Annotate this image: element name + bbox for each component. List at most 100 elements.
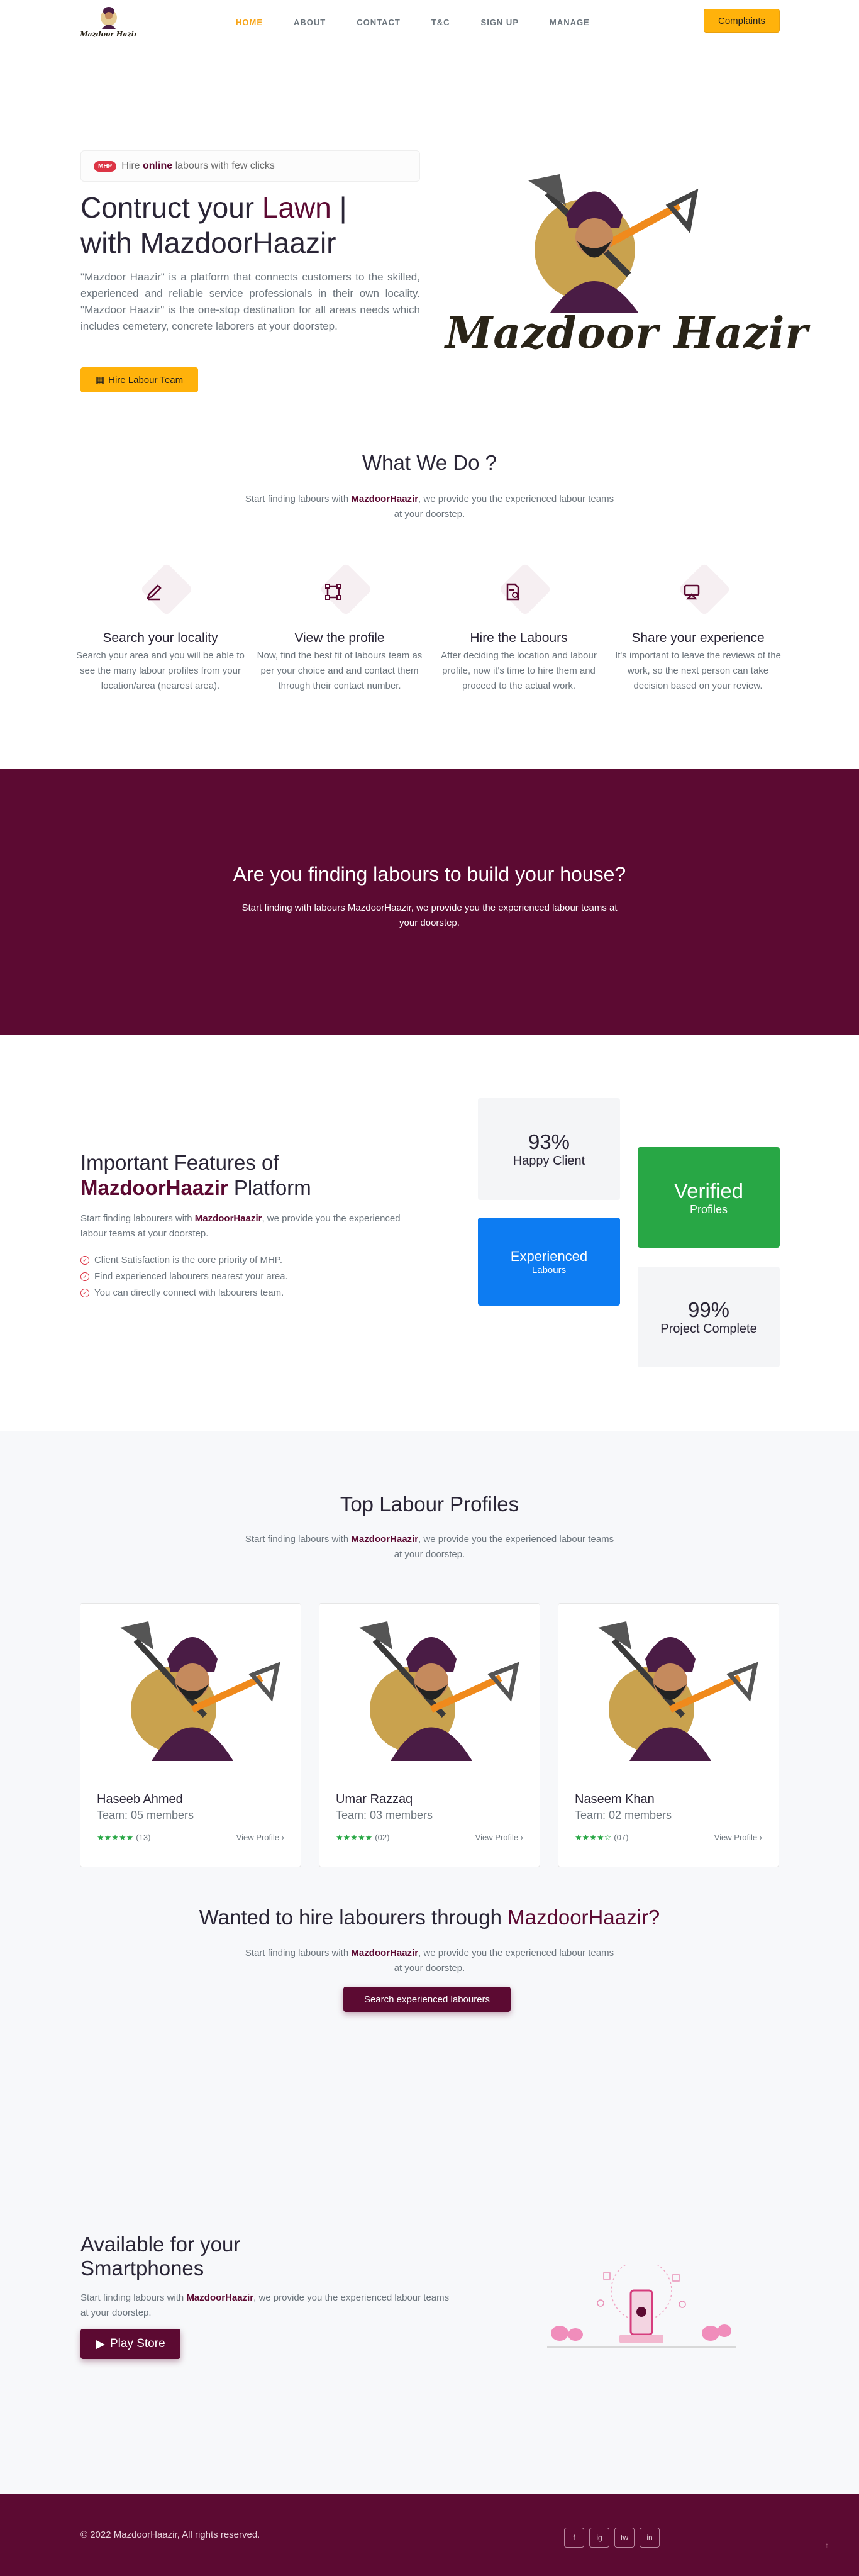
play-store-button[interactable]: ▶ Play Store xyxy=(80,2329,180,2359)
airplay-icon xyxy=(673,562,731,621)
stat-value: 99% xyxy=(687,1297,730,1321)
hire-title: Wanted to hire labourers through Mazdoor… xyxy=(0,1906,859,1929)
profile-name: Haseeb Ahmed xyxy=(97,1792,183,1806)
important-title: Important Features of MazdoorHaazir Plat… xyxy=(80,1150,407,1201)
view-profile-link[interactable]: View Profile › xyxy=(236,1833,284,1842)
point-text: Client Satisfaction is the core priority… xyxy=(94,1255,283,1265)
sub-bold: MazdoorHaazir xyxy=(351,1534,419,1545)
sub-post: , we provide you the experienced labour … xyxy=(394,1948,614,1974)
nav-about-link[interactable]: ABOUT xyxy=(294,18,326,27)
site-footer: © 2022 MazdoorHaazir, All rights reserve… xyxy=(0,2494,859,2576)
profile-team: Team: 02 members xyxy=(575,1809,672,1821)
mhp-badge: MHP xyxy=(94,160,117,172)
sub-bold: MazdoorHaazir xyxy=(351,1948,419,1958)
stars-icon: ★★★★☆ xyxy=(575,1833,612,1842)
feature-text: Now, find the best fit of labours team a… xyxy=(257,650,423,691)
labour-avatar xyxy=(598,1621,758,1761)
stat-experienced-labours: Experienced Labours xyxy=(478,1218,620,1306)
nav-manage-link[interactable]: MANAGE xyxy=(550,18,590,27)
sub-pre: Start finding labours with xyxy=(245,1948,349,1958)
play-icon: ▶ xyxy=(96,2337,105,2351)
profile-team: Team: 05 members xyxy=(97,1809,194,1821)
list-item: ✓ Client Satisfaction is the core priorit… xyxy=(80,1252,288,1269)
hire-labour-team-label: Hire Labour Team xyxy=(108,374,184,386)
check-circle-icon: ✓ xyxy=(80,1272,89,1281)
important-features-section: Important Features of MazdoorHaazir Plat… xyxy=(0,1035,859,1431)
lead-pre: Start finding labours with xyxy=(80,2292,184,2303)
profile-card[interactable]: Umar Razzaq Team: 03 members ★★★★★ (02) V… xyxy=(319,1603,540,1867)
twitter-icon[interactable]: tw xyxy=(614,2528,635,2548)
nav-contact-link[interactable]: CONTACT xyxy=(357,18,401,27)
review-count: (07) xyxy=(614,1833,629,1842)
hero-title: Contruct your Lawn | with MazdoorHaazir xyxy=(80,190,433,260)
house-banner: Are you finding labours to build your ho… xyxy=(0,769,859,1035)
review-count: (13) xyxy=(136,1833,151,1842)
point-text: You can directly connect with labourers … xyxy=(94,1287,284,1298)
point-text: Find experienced labourers nearest your … xyxy=(94,1271,288,1282)
svg-text:Mazdoor Hazir: Mazdoor Hazir xyxy=(80,30,137,38)
hero-brand-wordmark: Mazdoor Hazir xyxy=(445,308,809,358)
sub-post: , we provide you the experienced labour … xyxy=(394,1534,614,1560)
brand-logo[interactable]: Mazdoor Hazir xyxy=(80,4,137,40)
hire-subtitle: Start finding labours with MazdoorHaazir… xyxy=(241,1946,618,1976)
feature-text: It's important to leave the reviews of t… xyxy=(615,650,781,691)
nav-home-link[interactable]: HOME xyxy=(236,18,263,27)
nav-terms-link[interactable]: T&C xyxy=(431,18,450,27)
feature-view-profile: View the profile Now, find the best fit … xyxy=(255,562,424,694)
app-lead: Start finding labours with MazdoorHaazir… xyxy=(80,2290,458,2321)
feature-hire-labours: Hire the Labours After deciding the loca… xyxy=(434,562,604,694)
complaints-button[interactable]: Complaints xyxy=(704,9,780,33)
view-profile-link[interactable]: View Profile › xyxy=(475,1833,523,1842)
feature-title: View the profile xyxy=(294,631,385,645)
stat-label: Profiles xyxy=(689,1202,728,1216)
top-profiles-section: Top Labour Profiles Start finding labour… xyxy=(0,1431,859,1894)
app-section: Available for your Smartphones Start fin… xyxy=(0,2146,859,2494)
tagline-bold: online xyxy=(143,160,173,171)
profiles-title: Top Labour Profiles xyxy=(340,1492,519,1516)
star-rating: ★★★★★ (02) xyxy=(336,1833,389,1843)
play-store-label: Play Store xyxy=(109,2337,165,2350)
lead-bold: MazdoorHaazir xyxy=(194,1213,262,1224)
stat-value: Verified xyxy=(673,1179,744,1202)
feature-title: Share your experience xyxy=(631,631,765,645)
copyright-text: © 2022 MazdoorHaazir, All rights reserve… xyxy=(80,2529,260,2540)
hero-title-highlight: Lawn xyxy=(262,191,331,224)
hire-title-bold: MazdoorHaazir? xyxy=(507,1906,660,1929)
sub-pre: Start finding labours with xyxy=(245,1534,349,1545)
lead-pre: Start finding labourers with xyxy=(80,1213,192,1224)
pencil-icon xyxy=(135,562,194,621)
banner-title: Are you finding labours to build your ho… xyxy=(233,863,626,886)
star-rating: ★★★★★ (13) xyxy=(97,1833,150,1843)
feature-text: After deciding the location and labour p… xyxy=(441,650,597,691)
building-icon: ▦ xyxy=(95,375,105,386)
sub-post: , we provide you the experienced labour … xyxy=(394,494,614,519)
what-we-do-section: What We Do ? Start finding labours with … xyxy=(0,391,859,769)
view-profile-link[interactable]: View Profile › xyxy=(714,1833,762,1842)
important-points: ✓ Client Satisfaction is the core priorit… xyxy=(80,1252,288,1301)
frame-icon xyxy=(314,562,373,621)
banner-text: Start finding with labours MazdoorHaazir… xyxy=(241,902,618,928)
hire-cta-section: Wanted to hire labourers through Mazdoor… xyxy=(0,1894,859,2146)
stat-value: Experienced xyxy=(510,1248,588,1264)
document-search-icon xyxy=(494,562,552,621)
profile-card[interactable]: Haseeb Ahmed Team: 05 members ★★★★★ (13) … xyxy=(80,1603,301,1867)
instagram-icon[interactable]: ig xyxy=(589,2528,609,2548)
search-labourers-button[interactable]: Search experienced labourers xyxy=(343,1987,511,2012)
stat-value: 93% xyxy=(528,1130,570,1153)
labour-avatar xyxy=(120,1621,280,1761)
stat-project-complete: 99% Project Complete xyxy=(638,1267,780,1367)
hire-labour-team-button[interactable]: ▦ Hire Labour Team xyxy=(80,367,198,392)
profile-card[interactable]: Naseem Khan Team: 02 members ★★★★☆ (07) V… xyxy=(558,1603,779,1867)
back-to-top-icon[interactable]: ↑ xyxy=(825,2541,829,2550)
smartphone-illustration xyxy=(547,2265,736,2348)
profile-team: Team: 03 members xyxy=(336,1809,433,1821)
lead-bold: MazdoorHaazir xyxy=(186,2292,254,2303)
facebook-icon[interactable]: f xyxy=(564,2528,584,2548)
sub-bold: MazdoorHaazir xyxy=(351,494,419,504)
main-menu: HOME ABOUT CONTACT T&C SIGN UP MANAGE xyxy=(236,18,621,27)
feature-search-locality: Search your locality Search your area an… xyxy=(75,562,245,694)
tagline-post: labours with few clicks xyxy=(175,160,275,171)
app-title: Available for your Smartphones xyxy=(80,2233,241,2280)
linkedin-icon[interactable]: in xyxy=(640,2528,660,2548)
nav-signup-link[interactable]: SIGN UP xyxy=(481,18,519,27)
